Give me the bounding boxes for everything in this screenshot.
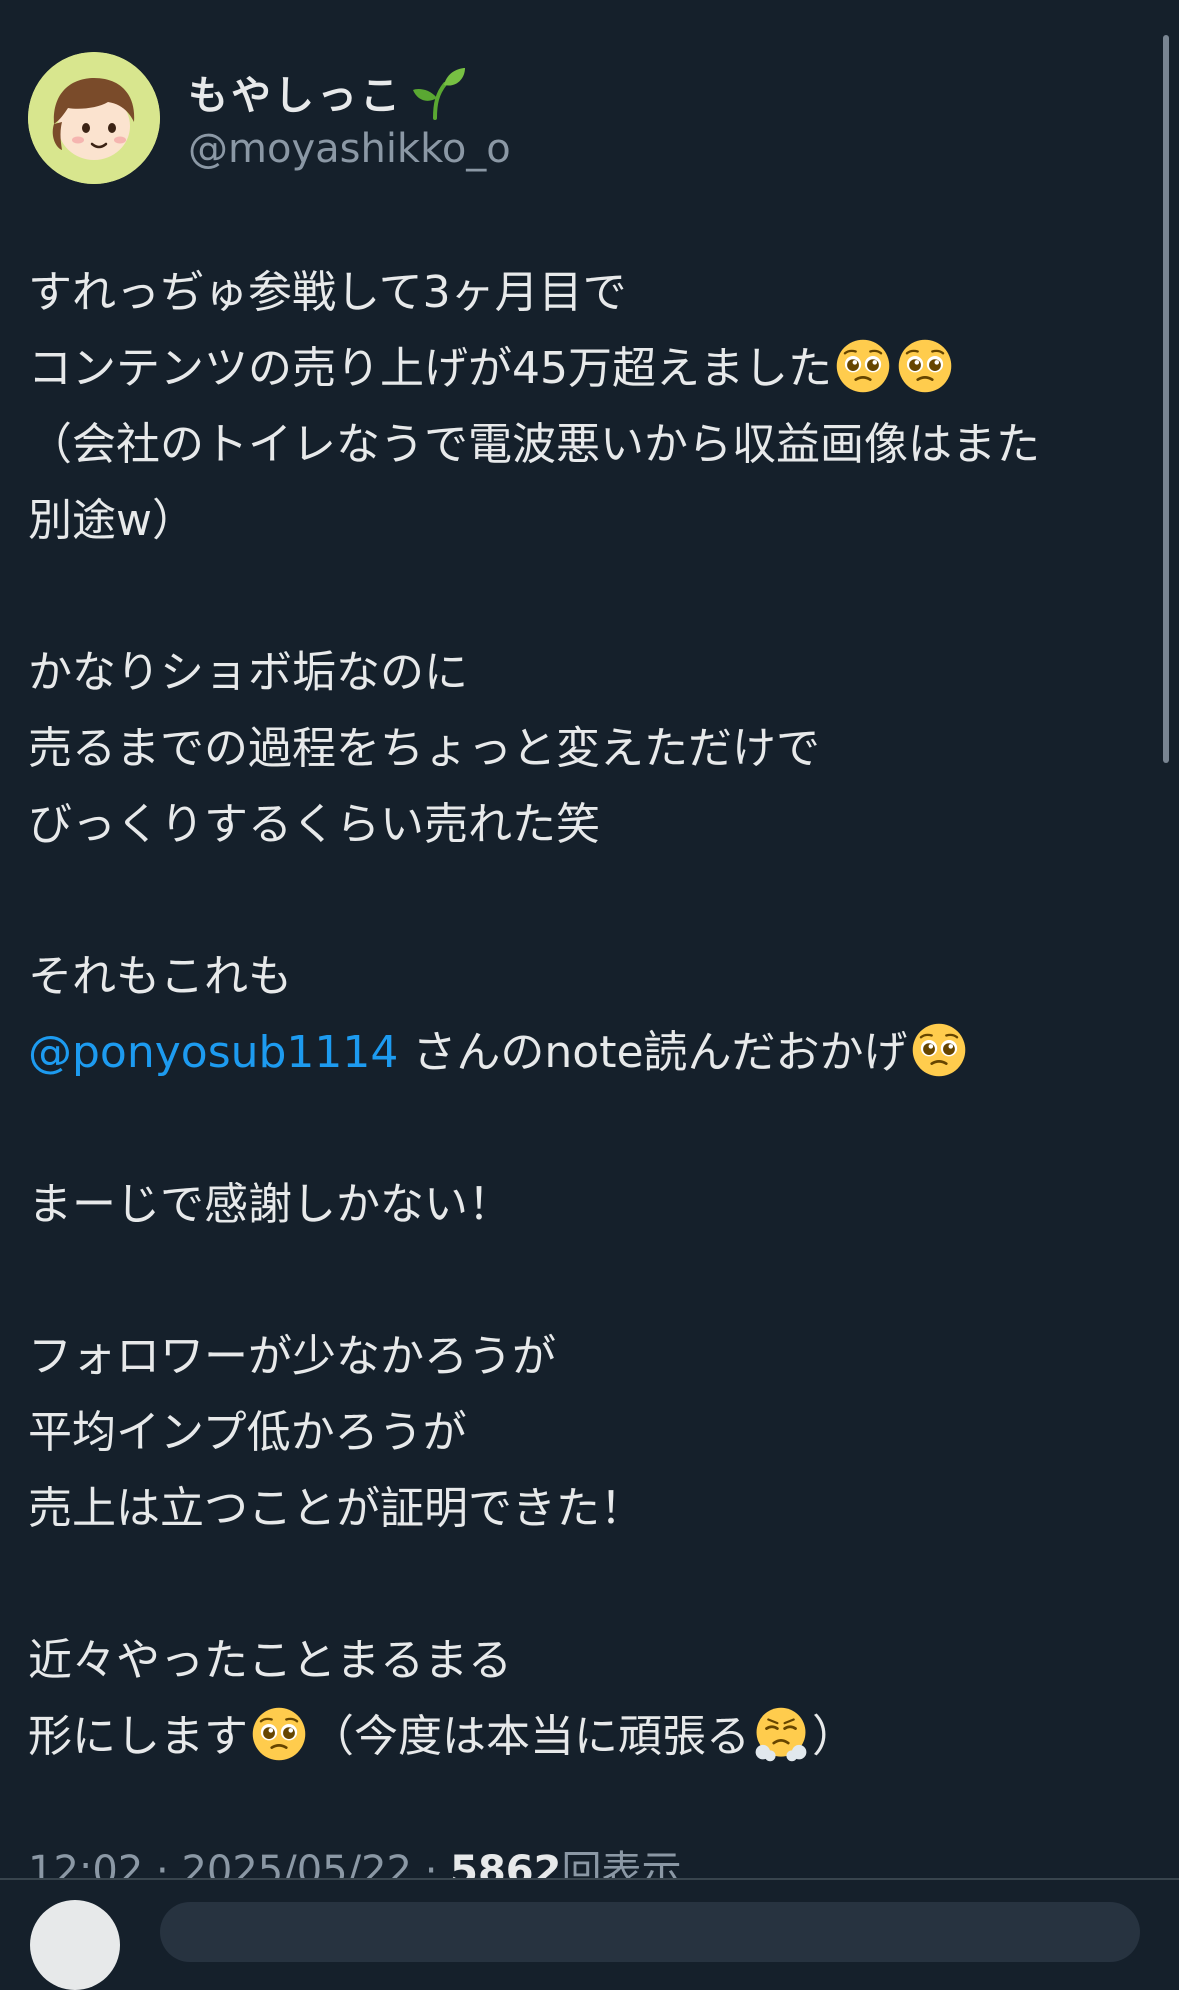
tweet-line: まーじで感謝しかない！ (28, 1179, 512, 1230)
tweet-line: それもこれも (28, 951, 292, 1002)
meta-separator: · (411, 1848, 451, 1879)
tweet-time[interactable]: 12:02 (28, 1848, 143, 1879)
tweet-line: 売るまでの過程をちょっと変えただけで (28, 723, 820, 774)
avatar-illustration-icon (28, 52, 160, 184)
mention-link[interactable]: @ponyosub1114 (28, 1027, 398, 1078)
pleading-face-icon (836, 339, 890, 393)
pleading-face-icon (898, 339, 952, 393)
tweet-text: すれっぢゅ参戦して3ヶ月目で コンテンツの売り上げが45万超えました （会社のト… (28, 255, 1138, 1775)
tweet-line-with-emoji: コンテンツの売り上げが45万超えました (28, 331, 1138, 407)
pleading-face-icon (912, 1023, 965, 1077)
tweet-line-with-mention: @ponyosub1114 さんのnote読んだおかげ (28, 1015, 1138, 1091)
avatar[interactable] (28, 52, 160, 184)
tweet-line-text: ） (812, 1711, 856, 1762)
tweet-line-text: コンテンツの売り上げが45万超えました (28, 343, 832, 394)
user-handle[interactable]: @moyashikko_o (188, 123, 511, 175)
tweet-header: もやしっこ @moyashikko_o (28, 52, 511, 184)
seedling-icon (413, 68, 465, 120)
reply-input[interactable] (160, 1902, 1140, 1962)
display-name[interactable]: もやしっこ (188, 63, 403, 121)
view-label: 回表示 (561, 1848, 682, 1879)
tweet-line: すれっぢゅ参戦して3ヶ月目で (28, 267, 627, 318)
view-count: 5862 (450, 1848, 562, 1879)
tweet-line: びっくりするくらい売れた笑 (28, 799, 600, 850)
tweet-line-text: 形にします (28, 1711, 248, 1762)
tweet-line: （会社のトイレなうで電波悪いから収益画像はまた (28, 419, 1040, 470)
tweet-line-text: （今度は本当に頑張る (310, 1711, 750, 1762)
tweet-line: 売上は立つことが証明できた！ (28, 1483, 644, 1534)
tweet-line: フォロワーが少なかろうが (28, 1331, 556, 1382)
divider (0, 1878, 1179, 1880)
face-with-steam-icon (755, 1707, 807, 1762)
current-user-avatar[interactable] (30, 1900, 120, 1990)
tweet-line: かなりショボ垢なのに (28, 647, 468, 698)
tweet-line: 近々やったことまるまる (28, 1635, 512, 1686)
tweet-line-with-emoji: 形にします （今度は本当に頑張る ） (28, 1699, 1138, 1775)
scrollbar[interactable] (1163, 35, 1169, 763)
tweet-line-text: さんのnote読んだおかげ (398, 1027, 908, 1078)
tweet-date[interactable]: 2025/05/22 (181, 1848, 412, 1879)
tweet-line: 平均インプ低かろうが (28, 1407, 467, 1458)
meta-separator: · (143, 1848, 182, 1879)
pleading-face-icon (252, 1707, 306, 1761)
tweet-line: 別途w） (28, 495, 196, 546)
tweet-meta: 12:02 · 2025/05/22 · 5862回表示 (28, 1843, 681, 1879)
